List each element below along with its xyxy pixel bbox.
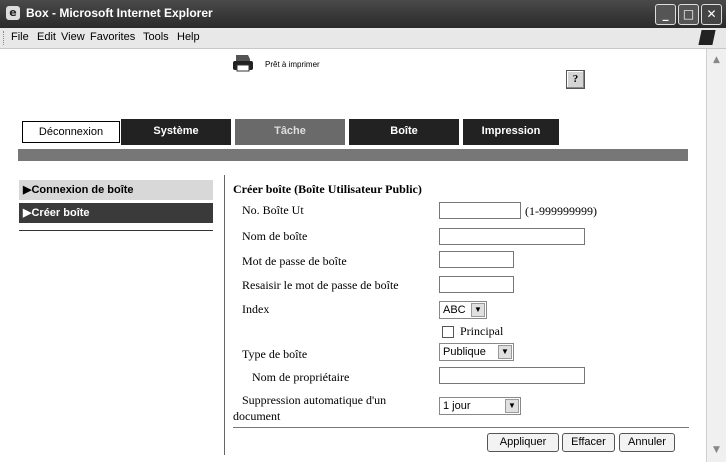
minimize-button[interactable]: _ [655,4,676,25]
auto-delete-label: Suppression automatique d'un [242,393,387,407]
column-divider [224,175,225,455]
box-number-label: No. Boîte Ut [242,203,304,217]
maximize-button[interactable]: □ [678,4,699,25]
window-titlebar: e Box - Microsoft Internet Explorer _ □ … [0,0,726,28]
box-type-label: Type de boîte [242,347,308,361]
box-password-input[interactable] [439,251,514,268]
chevron-down-icon: ▼ [505,399,519,413]
logout-button[interactable]: Déconnexion [22,121,120,143]
menu-file[interactable]: File [11,31,29,43]
sidebar-item-connexion-boite[interactable]: ▶Connexion de boîte [19,180,213,200]
chevron-down-icon: ▼ [498,345,512,359]
vertical-scrollbar[interactable]: ▲ ▼ [706,49,726,462]
tab-boite[interactable]: Boîte [349,119,461,145]
apply-button[interactable]: Appliquer [487,433,559,452]
index-label: Index [242,302,270,316]
menu-view[interactable]: View [61,31,85,43]
owner-name-input[interactable] [439,367,585,384]
menu-edit[interactable]: Edit [37,31,56,43]
help-button[interactable]: ? [566,70,585,89]
index-select[interactable]: ABC ▼ [439,301,487,319]
box-name-label: Nom de boîte [242,229,308,243]
principal-checkbox[interactable] [442,326,454,338]
box-number-range: (1-999999999) [525,204,597,218]
sidebar-item-label: Créer boîte [31,207,90,219]
box-password-label: Mot de passe de boîte [242,254,347,268]
toolbar-grip[interactable] [3,31,6,45]
principal-label: Principal [460,324,504,338]
ie-page-icon: e [6,6,20,20]
box-type-select[interactable]: Publique ▼ [439,343,514,361]
chevron-down-icon: ▼ [471,303,485,317]
window-title: Box - Microsoft Internet Explorer [26,6,213,20]
auto-delete-select-value: 1 jour [443,400,471,412]
form-title: Créer boîte (Boîte Utilisateur Public) [233,182,422,196]
owner-name-label: Nom de propriétaire [252,370,350,384]
index-select-value: ABC [443,304,466,316]
box-password-confirm-label: Resaisir le mot de passe de boîte [242,278,399,292]
scroll-down-icon[interactable]: ▼ [710,445,723,457]
box-number-input[interactable] [439,202,521,219]
box-type-select-value: Publique [443,346,486,358]
form-divider [233,427,689,428]
sidebar-divider [19,230,213,231]
scroll-up-icon[interactable]: ▲ [710,55,723,67]
box-name-input[interactable] [439,228,585,245]
sidebar-item-creer-boite[interactable]: ▶Créer boîte [19,203,213,223]
menu-favorites[interactable]: Favorites [90,31,135,43]
clear-button[interactable]: Effacer [562,433,615,452]
sidebar-item-label: Connexion de boîte [31,184,134,196]
nav-divider-bar [18,149,688,161]
cancel-button[interactable]: Annuler [619,433,675,452]
auto-delete-select[interactable]: 1 jour ▼ [439,397,521,415]
menu-tools[interactable]: Tools [143,31,169,43]
auto-delete-label-line2: document [233,409,281,423]
tab-systeme[interactable]: Système [121,119,233,145]
status-text: Prêt à imprimer [265,60,320,69]
tab-tache[interactable]: Tâche [235,119,347,145]
printer-icon [233,55,253,72]
close-button[interactable]: ✕ [701,4,722,25]
tab-impression[interactable]: Impression [463,119,561,145]
menu-bar: File Edit View Favorites Tools Help [0,28,726,49]
menu-help[interactable]: Help [177,31,200,43]
windows-logo-icon [698,30,716,45]
box-password-confirm-input[interactable] [439,276,514,293]
